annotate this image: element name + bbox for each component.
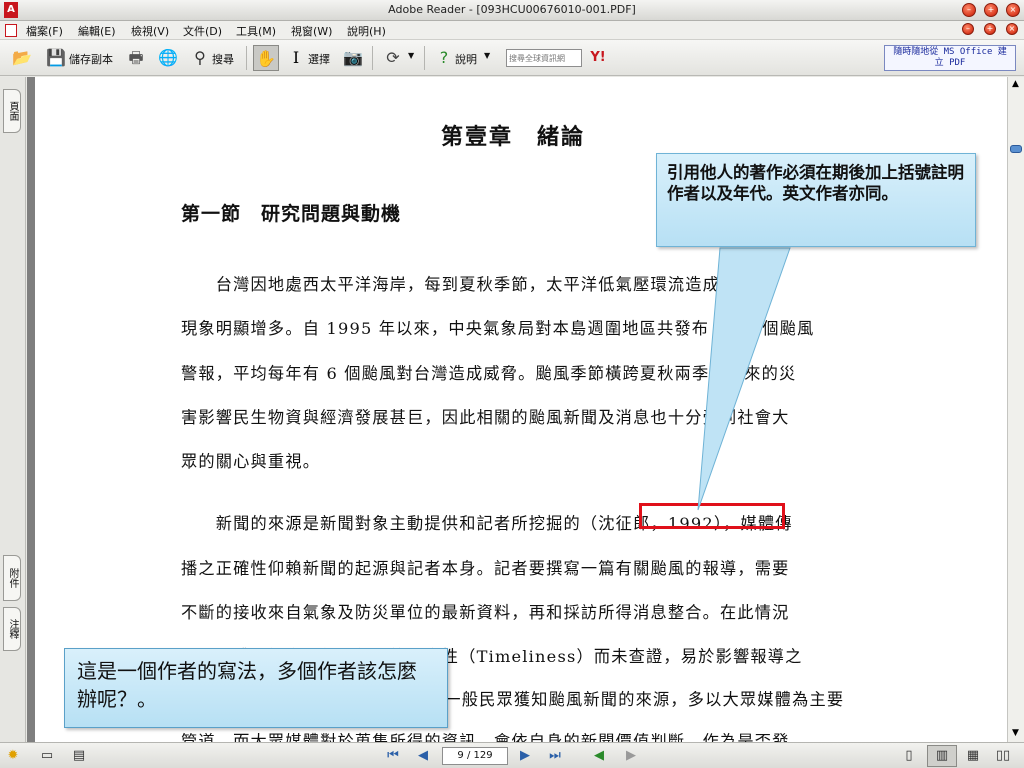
status-bar: ✹ ▭ ▤ ⏮ ◀ 9 / 129 ▶ ⏭ ◀ ▶ ▯ ▥ ▦ ▯▯	[0, 742, 1024, 768]
save-copy-button[interactable]: 儲存副本	[69, 51, 113, 67]
rotate-page-icon[interactable]: ⟳	[383, 48, 403, 68]
continuous-facing-layout-icon[interactable]: ▯▯	[994, 747, 1012, 765]
single-page-layout-icon[interactable]: ▯	[900, 747, 918, 765]
menu-bar: 檔案(F) 編輯(E) 檢視(V) 文件(D) 工具(M) 視窗(W) 說明(H…	[0, 21, 1024, 40]
hand-tool-icon[interactable]: ✋	[253, 45, 279, 71]
select-text-icon[interactable]: I	[286, 48, 306, 68]
menu-tools[interactable]: 工具(M)	[236, 23, 276, 39]
scroll-thumb[interactable]	[1010, 145, 1022, 153]
snapshot-icon[interactable]: 📷	[343, 48, 363, 68]
search-button[interactable]: 搜尋	[212, 51, 234, 67]
help-icon[interactable]: ?	[434, 48, 454, 68]
open-folder-icon[interactable]: 📂	[12, 48, 32, 68]
paragraph-line: 眾的關心與重視。	[181, 452, 321, 471]
back-arrow-icon[interactable]: ◀	[590, 747, 608, 765]
menu-view[interactable]: 檢視(V)	[131, 23, 169, 39]
web-search-input[interactable]: 搜尋全球資訊網	[506, 49, 582, 67]
menu-help[interactable]: 說明(H)	[347, 23, 386, 39]
menu-document[interactable]: 文件(D)	[183, 23, 222, 39]
last-page-icon[interactable]: ⏭	[546, 747, 564, 765]
close-window-button[interactable]: ×	[1006, 3, 1020, 17]
menu-file[interactable]: 檔案(F)	[26, 23, 63, 39]
menu-edit[interactable]: 編輯(E)	[78, 23, 116, 39]
page-number-input[interactable]: 9 / 129	[442, 747, 508, 765]
ms-office-pdf-ad-link[interactable]: 隨時隨地從 MS Office 建 立 PDF	[884, 45, 1016, 71]
navigation-panel: 頁面 附件 注釋	[0, 77, 26, 742]
title-bar: A Adobe Reader - [093HCU00676010-001.PDF…	[0, 0, 1024, 21]
select-button[interactable]: 選擇	[308, 51, 330, 67]
help-button[interactable]: 說明	[455, 51, 477, 67]
doc-close-button[interactable]: ×	[1006, 23, 1018, 35]
tab-comments[interactable]: 注釋	[3, 607, 21, 651]
ad-line-2: 立 PDF	[934, 58, 966, 68]
save-copy-icon[interactable]: 💾	[46, 48, 66, 68]
binoculars-search-icon[interactable]: ⚲	[190, 48, 210, 68]
section-title: 第一節 研究問題與動機	[181, 203, 402, 225]
print-icon[interactable]: 🖶	[126, 48, 146, 68]
window-title: Adobe Reader - [093HCU00676010-001.PDF]	[388, 3, 636, 16]
tab-pages[interactable]: 頁面	[3, 89, 21, 133]
scroll-up-arrow-icon[interactable]: ▲	[1012, 79, 1019, 89]
citation-note-text: 引用他人的著作必須在期後加上括號註明作者以及年代。英文作者亦同。	[667, 163, 964, 203]
vertical-scrollbar[interactable]: ▲ ▼	[1007, 77, 1024, 742]
toolbar: 📂 💾 儲存副本 🖶 🌐 ⚲ 搜尋 ✋ I 選擇 📷 ⟳ ▼ ? 說明 ▼ 搜尋…	[0, 40, 1024, 76]
tips-icon[interactable]: ✹	[4, 747, 22, 765]
paragraph-line: 不斷的接收來自氣象及防災單位的最新資料，再和採訪所得消息整合。在此情況	[181, 603, 790, 622]
page-icon[interactable]: ▤	[70, 747, 88, 765]
chevron-down-icon[interactable]: ▼	[408, 51, 414, 60]
previous-page-icon[interactable]: ◀	[414, 747, 432, 765]
paragraph-line: 台灣因地處西太平洋海岸，每到夏秋季節，太平洋低氣壓環流造成的氣候	[181, 275, 773, 294]
doc-maximize-button[interactable]: +	[984, 23, 996, 35]
toolbar-separator	[246, 46, 247, 70]
yahoo-icon[interactable]: Y!	[588, 48, 608, 68]
minimize-window-button[interactable]: –	[962, 3, 976, 17]
scroll-down-arrow-icon[interactable]: ▼	[1012, 728, 1019, 738]
paragraph-line: 播之正確性仰賴新聞的起源與記者本身。記者要撰寫一篇有關颱風的報導，需要	[181, 559, 790, 578]
continuous-layout-icon[interactable]: ▥	[927, 745, 957, 767]
facing-layout-icon[interactable]: ▦	[964, 747, 982, 765]
screen-icon[interactable]: ▭	[38, 747, 56, 765]
email-icon[interactable]: 🌐	[158, 48, 178, 68]
toolbar-separator	[424, 46, 425, 70]
citation-note-callout: 引用他人的著作必須在期後加上括號註明作者以及年代。英文作者亦同。	[656, 153, 976, 247]
question-callout: 這是一個作者的寫法，多個作者該怎麼辦呢？。	[64, 648, 448, 728]
question-text: 這是一個作者的寫法，多個作者該怎麼辦呢？。	[77, 659, 417, 711]
maximize-window-button[interactable]: +	[984, 3, 998, 17]
doc-minimize-button[interactable]: –	[962, 23, 974, 35]
menu-window[interactable]: 視窗(W)	[291, 23, 332, 39]
callout-pointer	[697, 247, 791, 511]
tab-attachments[interactable]: 附件	[3, 555, 21, 601]
toolbar-separator	[372, 46, 373, 70]
chapter-title: 第壹章 緒論	[441, 124, 586, 150]
forward-arrow-icon[interactable]: ▶	[622, 747, 640, 765]
chevron-down-icon[interactable]: ▼	[484, 51, 490, 60]
pdf-document-icon	[5, 24, 17, 37]
first-page-icon[interactable]: ⏮	[384, 747, 402, 765]
next-page-icon[interactable]: ▶	[516, 747, 534, 765]
ad-line-1: 隨時隨地從 MS Office 建	[893, 47, 1007, 57]
